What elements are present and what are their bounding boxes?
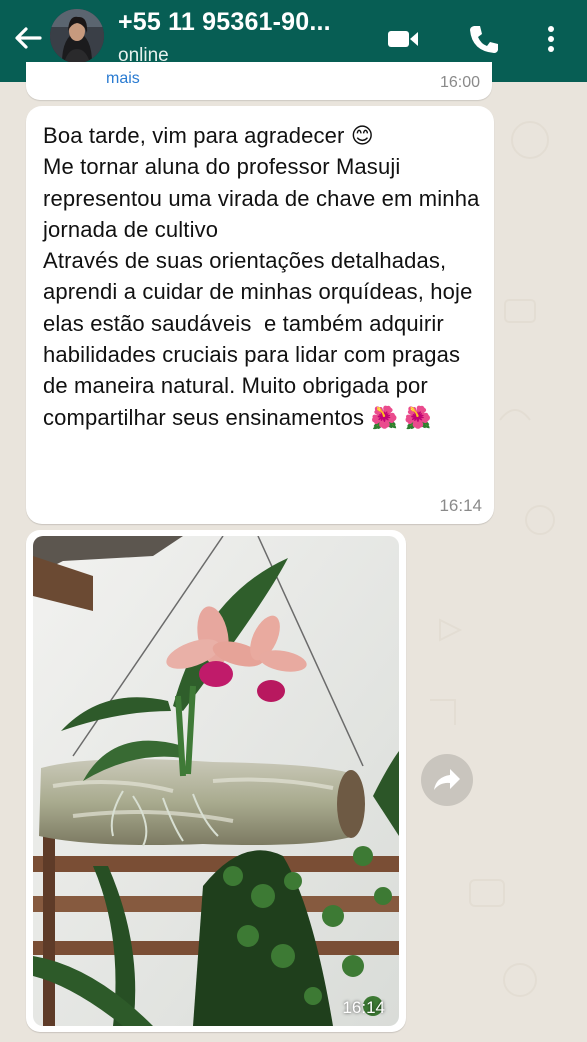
video-call-icon[interactable]	[384, 20, 422, 58]
forward-button[interactable]	[421, 754, 473, 806]
forward-icon	[434, 769, 460, 790]
previous-message-time: 16:00	[439, 74, 480, 91]
avatar-image	[50, 9, 104, 63]
image-message-bubble: 16:14	[26, 530, 406, 1032]
avatar[interactable]	[50, 9, 104, 63]
orchid-photo[interactable]: 16:14	[33, 536, 399, 1026]
previous-message-link[interactable]: mais	[106, 70, 140, 88]
previous-message-bubble: mais 16:00	[26, 62, 492, 100]
contact-name[interactable]: +55 11 95361-90...	[118, 8, 331, 37]
message-time: 16:14	[439, 496, 482, 515]
phone-call-icon[interactable]	[464, 20, 502, 58]
message-bubble: Boa tarde, vim para agradecer 😊 Me torna…	[26, 106, 494, 524]
image-message-time: 16:14	[342, 998, 385, 1017]
more-options-icon[interactable]	[532, 20, 570, 58]
back-arrow-icon[interactable]	[10, 20, 46, 56]
orchid-photo-image	[33, 536, 399, 1026]
message-text: Boa tarde, vim para agradecer 😊 Me torna…	[43, 123, 480, 430]
